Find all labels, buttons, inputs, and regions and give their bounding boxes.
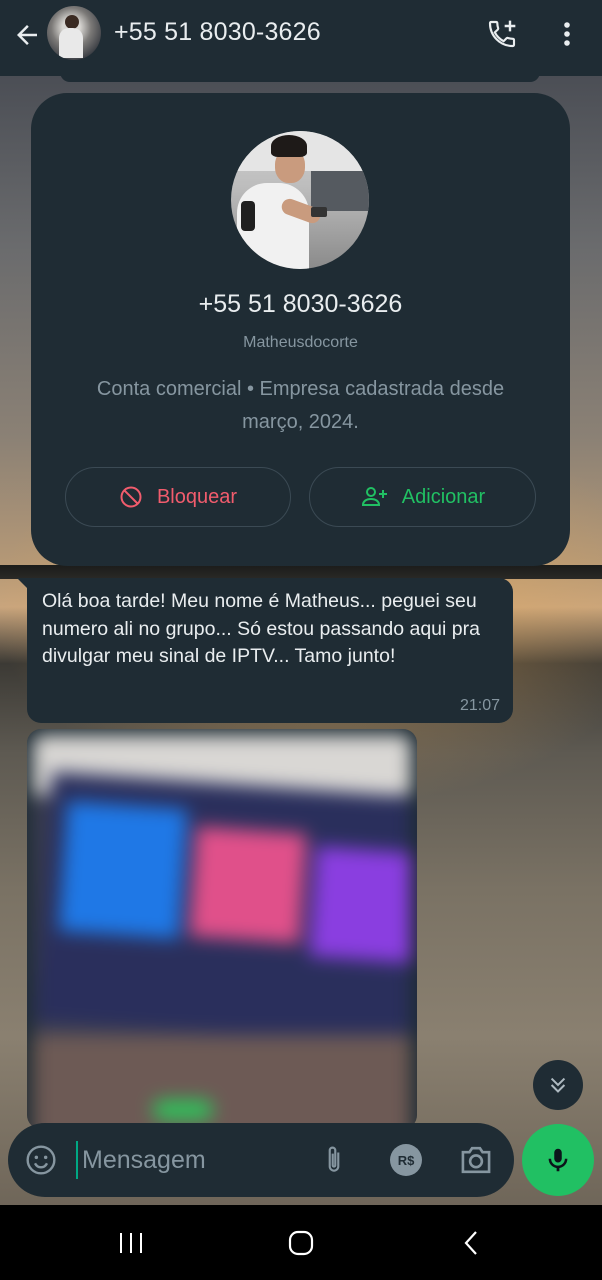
arrow-left-icon <box>17 25 37 45</box>
add-contact-label: Adicionar <box>401 485 486 508</box>
recent-apps-button[interactable] <box>106 1227 156 1259</box>
scroll-to-bottom-button[interactable] <box>533 1060 583 1110</box>
block-label: Bloquear <box>156 485 238 508</box>
blurred-image-preview[interactable] <box>33 735 411 1129</box>
payment-icon: R$ <box>390 1144 422 1176</box>
message-text: Olá boa tarde! Meu nome é Matheus... peg… <box>42 590 480 667</box>
camera-button[interactable] <box>456 1141 496 1179</box>
contact-avatar[interactable] <box>47 6 101 60</box>
message-composer: R$ <box>8 1123 514 1197</box>
card-business-name: Matheusdocorte <box>243 334 358 351</box>
system-navigation-bar <box>0 1205 602 1280</box>
block-button[interactable]: Bloquear <box>65 467 291 527</box>
microphone-icon <box>548 1148 568 1172</box>
incoming-message-bubble[interactable]: Olá boa tarde! Meu nome é Matheus... peg… <box>17 578 513 723</box>
contact-title[interactable]: +55 51 8030-3626 <box>114 18 321 47</box>
add-call-button[interactable] <box>484 16 520 52</box>
recent-apps-icon <box>120 1233 142 1253</box>
message-input[interactable] <box>76 1141 312 1179</box>
more-options-button[interactable] <box>552 16 582 52</box>
message-time: 21:07 <box>459 697 500 714</box>
profile-photo[interactable] <box>231 131 369 269</box>
previous-bubble-edge <box>60 70 540 82</box>
voice-message-button[interactable] <box>522 1124 594 1196</box>
add-contact-button[interactable]: Adicionar <box>309 467 536 527</box>
person-add-icon <box>361 487 387 506</box>
payment-button[interactable]: R$ <box>388 1142 424 1178</box>
wallpaper-treeline <box>0 565 602 579</box>
home-button[interactable] <box>276 1227 326 1259</box>
emoji-icon <box>26 1145 56 1175</box>
chevron-left-icon <box>464 1231 477 1255</box>
card-description: Conta comercial • Empresa cadastrada des… <box>96 378 505 433</box>
system-back-button[interactable] <box>446 1227 496 1259</box>
attach-button[interactable] <box>316 1141 352 1179</box>
home-icon <box>288 1230 314 1256</box>
camera-icon <box>461 1146 491 1174</box>
paperclip-icon <box>328 1146 340 1172</box>
back-button[interactable] <box>10 18 44 52</box>
add-call-icon <box>488 20 516 48</box>
business-info-card: +55 51 8030-3626 Matheusdocorte Conta co… <box>31 93 570 566</box>
image-message-bubble[interactable] <box>27 729 417 1129</box>
card-contact-number: +55 51 8030-3626 <box>198 290 403 318</box>
emoji-button[interactable] <box>24 1143 58 1177</box>
chat-header: +55 51 8030-3626 <box>0 0 602 76</box>
double-chevron-down-icon <box>550 1077 566 1093</box>
block-icon <box>120 486 142 508</box>
more-vert-icon <box>564 22 570 46</box>
